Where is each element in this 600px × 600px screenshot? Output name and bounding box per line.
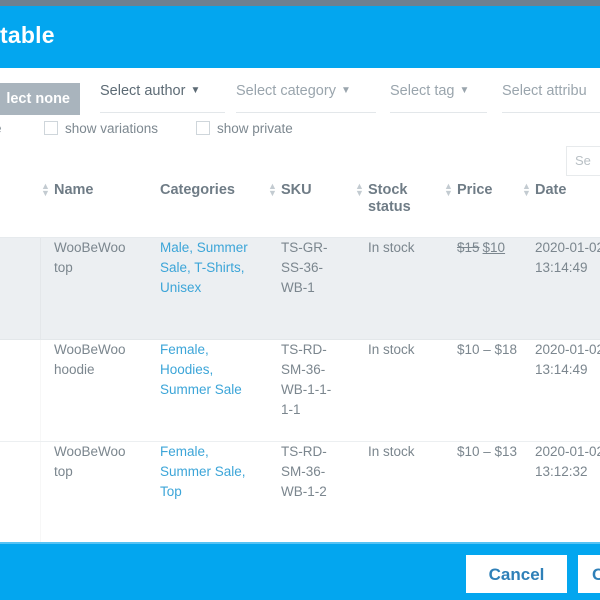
cell-sku: TS-RD-SM-36-WB-1-2 — [281, 444, 327, 499]
category-links[interactable]: Male, Summer Sale, T-Shirts, Unisex — [160, 240, 248, 295]
table-row[interactable]: WooBeWoo hoodie Female, Hoodies, Summer … — [0, 340, 600, 442]
column-header-price[interactable]: ▲ ▼ Price — [444, 182, 519, 199]
cell-sku: TS-RD-SM-36-WB-1-1-1-1 — [281, 342, 332, 417]
column-header-name-label: Name — [54, 182, 94, 198]
chevron-down-icon: ▼ — [340, 85, 351, 96]
column-header-categories-label: Categories — [160, 182, 235, 198]
cell-stock-status: In stock — [368, 342, 415, 357]
thumbnail-column-divider — [40, 442, 41, 543]
sort-icon[interactable]: ▲ ▼ — [41, 182, 50, 198]
cell-price: $15 $10 — [457, 238, 519, 258]
table-header-row: ail ▲▼ Name Categories ▲▼ SKU ▲▼ Stock s… — [0, 182, 600, 238]
product-table-modal: table lect none Select author ▼ Select ca… — [0, 0, 600, 600]
cell-categories: Female, Hoodies, Summer Sale — [160, 340, 260, 400]
column-header-sku[interactable]: ▲ ▼ SKU — [268, 182, 343, 199]
confirm-button[interactable]: C — [578, 555, 600, 593]
checkbox-show-variations-label: show variations — [65, 121, 159, 136]
table-row[interactable]: WooBeWoo top Male, Summer Sale, T-Shirts… — [0, 238, 600, 340]
checkbox-show-private-label: show private — [217, 121, 293, 136]
category-links[interactable]: Female, Summer Sale, Top — [160, 444, 246, 499]
cell-date: 2020-01-02 13:14:49 — [535, 342, 600, 377]
cell-date: 2020-01-02 13:12:32 — [535, 444, 600, 479]
select-none-button[interactable]: lect none — [0, 83, 80, 115]
checkbox-show-variations[interactable]: show variations — [44, 120, 158, 138]
cell-name: WooBeWoo hoodie — [54, 342, 126, 377]
table-body: WooBeWoo top Male, Summer Sale, T-Shirts… — [0, 238, 600, 544]
table-row[interactable]: WooBeWoo top Female, Summer Sale, Top TS… — [0, 442, 600, 544]
select-attribute-dropdown[interactable]: Select attribu — [502, 83, 600, 113]
column-header-stock-status-label: Stock status — [368, 182, 411, 215]
price-sale: $10 — [482, 240, 506, 255]
column-header-price-label: Price — [457, 182, 493, 198]
cell-name: WooBeWoo top — [54, 240, 126, 275]
cell-price: $10 – $18 — [457, 342, 518, 357]
cell-sku: TS-GR-SS-36-WB-1 — [281, 240, 328, 295]
select-category-label: Select category — [236, 83, 336, 99]
checkbox-show-private[interactable]: show private — [196, 120, 293, 138]
column-header-date-label: Date — [535, 182, 567, 198]
cell-stock-status: In stock — [368, 444, 415, 459]
column-header-thumbnail[interactable]: ail — [0, 182, 38, 199]
search-input[interactable]: Se — [566, 146, 600, 176]
select-tag-dropdown[interactable]: Select tag ▼ — [390, 83, 487, 113]
column-header-categories[interactable]: Categories — [160, 182, 260, 199]
column-header-name[interactable]: ▲ ▼ Name — [41, 182, 146, 199]
select-category-dropdown[interactable]: Select category ▼ — [236, 83, 376, 113]
checkbox-icon[interactable] — [44, 121, 58, 135]
cell-date: 2020-01-02 13:14:49 — [535, 240, 600, 275]
cell-name: WooBeWoo top — [54, 444, 126, 479]
select-tag-label: Select tag — [390, 83, 455, 99]
cell-categories: Female, Summer Sale, Top — [160, 442, 260, 502]
select-author-label: Select author — [100, 83, 186, 99]
category-links[interactable]: Female, Hoodies, Summer Sale — [160, 342, 242, 397]
modal-header: table — [0, 6, 600, 68]
checkbox-icon[interactable] — [196, 121, 210, 135]
select-attribute-label: Select attribu — [502, 83, 587, 99]
cell-price: $10 – $13 — [457, 444, 518, 459]
cell-categories: Male, Summer Sale, T-Shirts, Unisex — [160, 238, 260, 298]
thumbnail-column-divider — [40, 340, 41, 441]
column-header-stock-status[interactable]: ▲ ▼ Stock status — [355, 182, 430, 216]
chevron-down-icon: ▼ — [190, 85, 201, 96]
cell-stock-status: In stock — [368, 240, 415, 255]
thumbnail-column-divider — [40, 238, 41, 339]
column-header-date[interactable]: ▲ ▼ Date — [522, 182, 600, 199]
checkbox-truncated[interactable]: e — [0, 120, 2, 138]
sort-icon[interactable]: ▲ ▼ — [355, 182, 364, 198]
chevron-down-icon: ▼ — [459, 85, 470, 96]
cancel-button[interactable]: Cancel — [466, 555, 567, 593]
modal-title: table — [0, 22, 55, 48]
sort-icon[interactable]: ▲ ▼ — [444, 182, 453, 198]
price-regular: $15 — [457, 240, 480, 255]
sort-icon[interactable]: ▲ ▼ — [268, 182, 277, 198]
column-header-sku-label: SKU — [281, 182, 312, 198]
select-author-dropdown[interactable]: Select author ▼ — [100, 83, 225, 113]
filter-toolbar: lect none Select author ▼ Select category… — [0, 68, 600, 144]
modal-footer: Cancel C — [0, 542, 600, 600]
checkbox-truncated-label: e — [0, 121, 2, 136]
products-table: ail ▲▼ Name Categories ▲▼ SKU ▲▼ Stock s… — [0, 182, 600, 544]
sort-icon[interactable]: ▲ ▼ — [522, 182, 531, 198]
